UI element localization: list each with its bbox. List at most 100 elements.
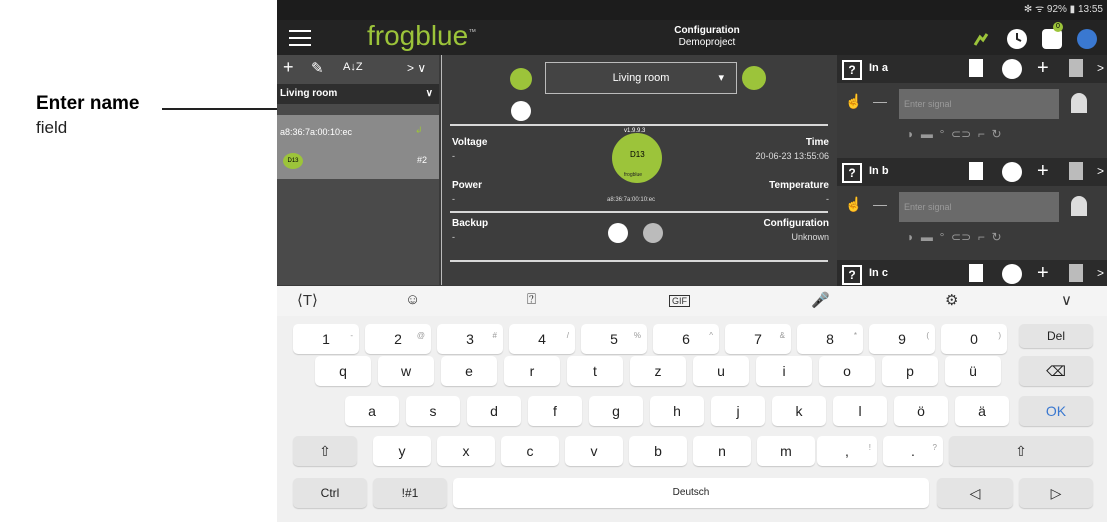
key-l[interactable]: l (833, 396, 887, 426)
backup-save-icon[interactable] (608, 223, 628, 243)
key-q[interactable]: q (315, 356, 371, 386)
space-key[interactable]: Deutsch (453, 478, 929, 508)
database-icon[interactable] (1042, 29, 1062, 49)
key-b[interactable]: b (629, 436, 687, 466)
key-w[interactable]: w (378, 356, 434, 386)
key-ä[interactable]: ä (955, 396, 1009, 426)
key-f[interactable]: f (528, 396, 582, 426)
info-icon[interactable] (511, 101, 531, 121)
home-icon[interactable] (1071, 93, 1087, 113)
key-t[interactable]: t (567, 356, 623, 386)
key-4[interactable]: 4/ (509, 324, 575, 354)
ok-key[interactable]: OK (1019, 396, 1093, 426)
key-9[interactable]: 9( (869, 324, 935, 354)
help-icon[interactable]: ? (842, 265, 862, 285)
trash-icon[interactable] (1069, 162, 1083, 180)
delete-key[interactable]: Del (1019, 324, 1093, 348)
key-g[interactable]: g (589, 396, 643, 426)
key-6[interactable]: 6 ^ (653, 324, 719, 354)
input-signals-panel: ? In a + > ☝ — Enter signal ◗ ▬ ° ⊂⊃ ⌐ ↻… (837, 55, 1107, 288)
doc-icon[interactable] (969, 264, 983, 282)
clock-status-icon[interactable] (510, 68, 532, 90)
key-d[interactable]: d (467, 396, 521, 426)
key-5[interactable]: 5% (581, 324, 647, 354)
frog-run-icon[interactable] (971, 29, 991, 49)
clock-icon[interactable] (1007, 29, 1027, 49)
key-ö[interactable]: ö (894, 396, 948, 426)
key-u[interactable]: u (693, 356, 749, 386)
key-3[interactable]: 3 # (437, 324, 503, 354)
radar-icon[interactable] (742, 66, 766, 90)
key-1[interactable]: 1- (293, 324, 359, 354)
key-2[interactable]: 2 @ (365, 324, 431, 354)
sticker-icon[interactable]: ⍰ (527, 291, 536, 308)
comma-key[interactable]: ,! (817, 436, 877, 466)
minus-button[interactable]: — (873, 93, 887, 109)
key-r[interactable]: r (504, 356, 560, 386)
room-dropdown[interactable]: Living room ▾ (545, 62, 737, 94)
more-icon[interactable]: > (1097, 61, 1104, 75)
key-8[interactable]: 8 * (797, 324, 863, 354)
help-icon[interactable]: ? (842, 163, 862, 183)
period-key[interactable]: .? (883, 436, 943, 466)
key-o[interactable]: o (819, 356, 875, 386)
backspace-key[interactable]: ⌫ (1019, 356, 1093, 386)
key-a[interactable]: a (345, 396, 399, 426)
room-selector[interactable]: Living room ∨ (277, 84, 439, 104)
microphone-icon[interactable]: 🎤 (811, 291, 830, 309)
shift-key[interactable]: ⇧ (293, 436, 357, 466)
signal-input[interactable]: Enter signal (899, 192, 1059, 222)
help-icon[interactable]: ? (842, 60, 862, 80)
emoji-icon[interactable]: ☺ (405, 291, 420, 308)
symbols-key[interactable]: !#1 (373, 478, 447, 508)
key-h[interactable]: h (650, 396, 704, 426)
add-button[interactable]: + (1037, 160, 1049, 183)
key-c[interactable]: c (501, 436, 559, 466)
trash-icon[interactable] (1069, 264, 1083, 282)
home-icon[interactable] (1071, 196, 1087, 216)
bluetooth-frog-icon[interactable] (1077, 29, 1097, 49)
key-s[interactable]: s (406, 396, 460, 426)
key-p[interactable]: p (882, 356, 938, 386)
gear-icon[interactable] (1002, 59, 1022, 79)
doc-icon[interactable] (969, 162, 983, 180)
key-n[interactable]: n (693, 436, 751, 466)
backup-restore-icon[interactable] (643, 223, 663, 243)
device-list-item[interactable]: a8:36:7a:00:10:ec ↲ D13 #2 (277, 115, 439, 179)
settings-icon[interactable]: ⚙ (945, 291, 958, 309)
gear-icon[interactable] (1002, 162, 1022, 182)
trash-icon[interactable] (1069, 59, 1083, 77)
sort-icon[interactable]: A↓Z (343, 61, 363, 73)
cursor-left-key[interactable]: ◁ (937, 478, 1013, 508)
key-7[interactable]: 7 & (725, 324, 791, 354)
key-x[interactable]: x (437, 436, 495, 466)
cursor-right-key[interactable]: ▷ (1019, 478, 1093, 508)
key-m[interactable]: m (757, 436, 815, 466)
hide-keyboard-icon[interactable]: ∨ (1061, 291, 1072, 309)
key-z[interactable]: z (630, 356, 686, 386)
key-y[interactable]: y (373, 436, 431, 466)
key-j[interactable]: j (711, 396, 765, 426)
menu-icon[interactable] (289, 30, 311, 46)
more-icon[interactable]: > (1097, 266, 1104, 280)
add-button[interactable]: + (283, 57, 294, 78)
gif-icon[interactable]: GIF (669, 295, 690, 307)
more-icon[interactable]: > (1097, 164, 1104, 178)
key-i[interactable]: i (756, 356, 812, 386)
ctrl-key[interactable]: Ctrl (293, 478, 367, 508)
add-button[interactable]: + (1037, 57, 1049, 80)
signal-input[interactable]: Enter signal (899, 89, 1059, 119)
key-0[interactable]: 0) (941, 324, 1007, 354)
add-button[interactable]: + (1037, 262, 1049, 285)
key-k[interactable]: k (772, 396, 826, 426)
edit-icon[interactable]: ✎ (311, 59, 324, 77)
key-ü[interactable]: ü (945, 356, 1001, 386)
shift-key-right[interactable]: ⇧ (949, 436, 1093, 466)
translate-icon[interactable]: ⟨T⟩ (297, 291, 318, 309)
key-v[interactable]: v (565, 436, 623, 466)
minus-button[interactable]: — (873, 196, 887, 212)
key-e[interactable]: e (441, 356, 497, 386)
gear-icon[interactable] (1002, 264, 1022, 284)
doc-icon[interactable] (969, 59, 983, 77)
expand-toggle[interactable]: > ∨ (407, 61, 426, 75)
